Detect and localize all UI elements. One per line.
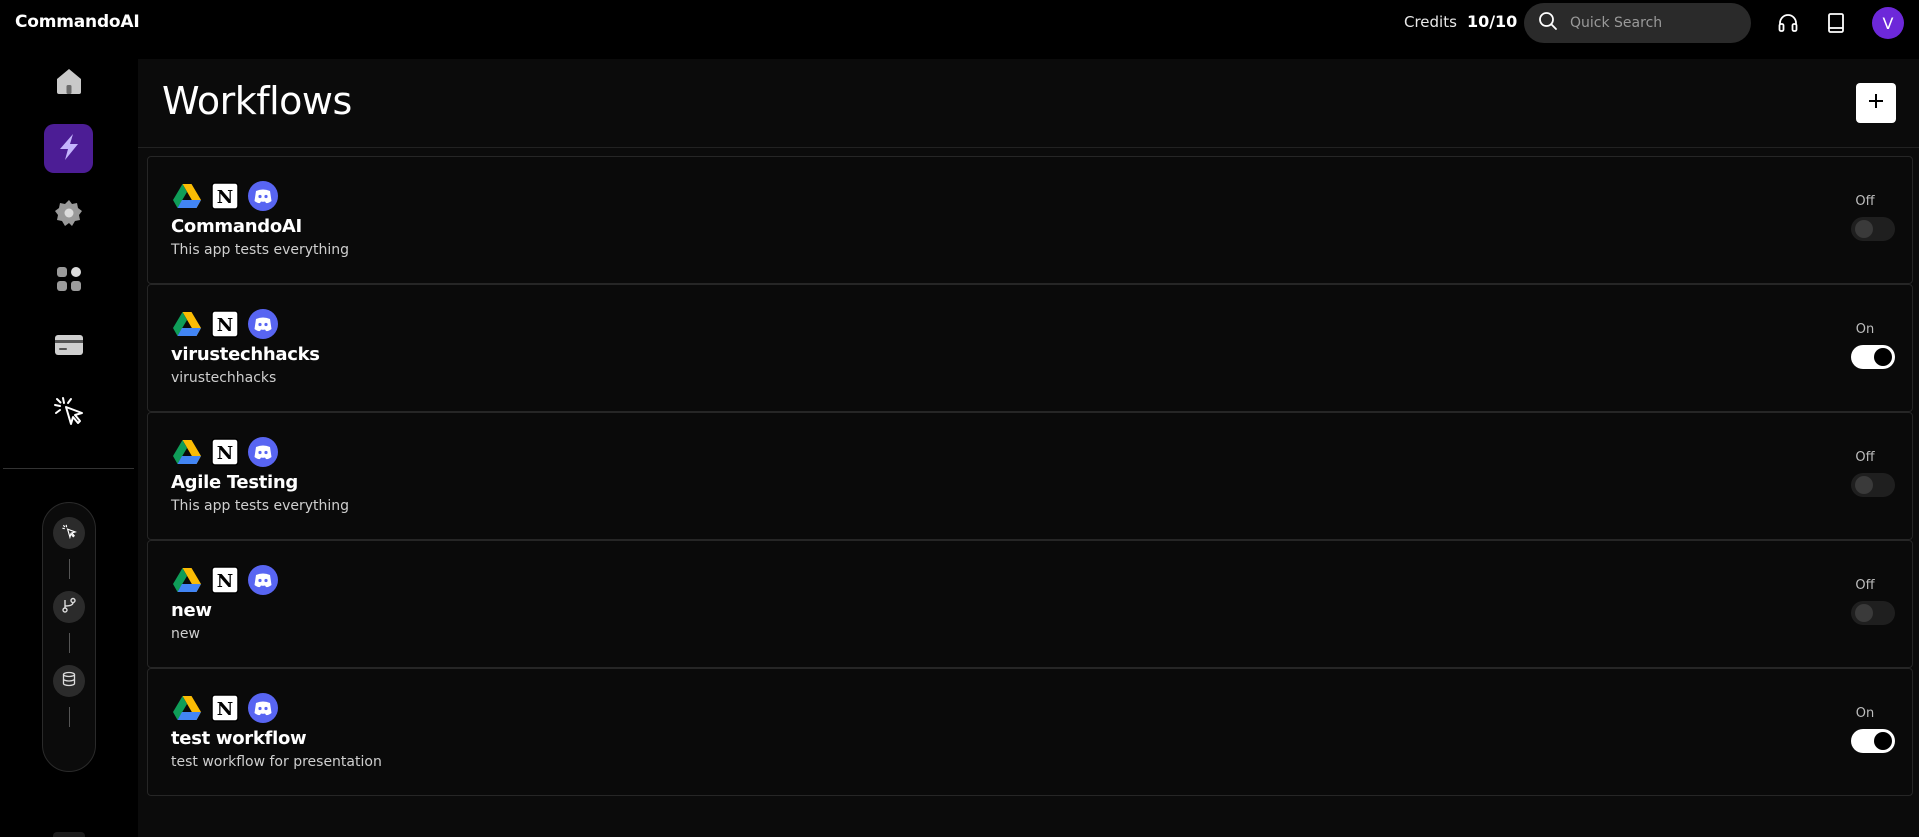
workflow-description: This app tests everything bbox=[171, 498, 350, 514]
toggle-status-label: Off bbox=[1855, 194, 1875, 209]
app-icons: N bbox=[172, 565, 278, 595]
sidebar-item-workflows[interactable] bbox=[44, 124, 93, 173]
notion-icon: N bbox=[210, 565, 240, 595]
discord-icon bbox=[248, 309, 278, 339]
sidebar-item-settings[interactable] bbox=[44, 190, 93, 239]
toggle-knob bbox=[1855, 604, 1873, 622]
sidebar-divider bbox=[3, 468, 134, 469]
headset-icon[interactable] bbox=[1775, 10, 1801, 36]
workflow-title: test workflow bbox=[171, 728, 307, 749]
toggle-status-label: Off bbox=[1855, 578, 1875, 593]
sidebar bbox=[0, 47, 138, 837]
app-icons: N bbox=[172, 693, 278, 723]
notion-icon: N bbox=[210, 309, 240, 339]
google-drive-icon bbox=[172, 693, 202, 723]
sidebar-item-billing[interactable] bbox=[44, 322, 93, 371]
svg-text:N: N bbox=[217, 187, 233, 208]
workflow-card[interactable]: N new new Off bbox=[147, 540, 1913, 668]
top-bar: CommandoAI Credits 10/10 V bbox=[0, 0, 1919, 47]
workflow-description: test workflow for presentation bbox=[171, 754, 382, 770]
home-icon bbox=[54, 66, 84, 100]
cursor-click-icon bbox=[61, 523, 77, 543]
workflow-list: N CommandoAI This app tests everything O… bbox=[147, 156, 1913, 796]
workflow-title: CommandoAI bbox=[171, 216, 302, 237]
credits-display: Credits 10/10 bbox=[1404, 12, 1517, 31]
search-input[interactable] bbox=[1570, 15, 1730, 31]
flow-steps-panel bbox=[42, 502, 96, 772]
gear-icon bbox=[53, 197, 85, 233]
google-drive-icon bbox=[172, 565, 202, 595]
toggle-knob bbox=[1855, 476, 1873, 494]
book-icon[interactable] bbox=[1823, 10, 1849, 36]
sidebar-item-apps[interactable] bbox=[44, 256, 93, 305]
app-icons: N bbox=[172, 181, 278, 211]
google-drive-icon bbox=[172, 437, 202, 467]
toggle-knob bbox=[1855, 220, 1873, 238]
workflow-description: This app tests everything bbox=[171, 242, 350, 258]
flow-connector bbox=[69, 633, 70, 653]
lightning-icon bbox=[54, 132, 84, 166]
credit-card-icon bbox=[53, 329, 85, 365]
branch-icon bbox=[61, 597, 77, 617]
sidebar-item-home[interactable] bbox=[44, 58, 93, 107]
workflow-toggle[interactable] bbox=[1851, 473, 1895, 497]
discord-icon bbox=[248, 181, 278, 211]
cursor-click-icon bbox=[52, 394, 86, 432]
workflow-toggle[interactable] bbox=[1851, 729, 1895, 753]
app-icons: N bbox=[172, 437, 278, 467]
workflow-description: new bbox=[171, 626, 200, 642]
toggle-status-label: Off bbox=[1855, 450, 1875, 465]
workflow-toggle[interactable] bbox=[1851, 601, 1895, 625]
title-divider bbox=[138, 147, 1919, 148]
workflow-card[interactable]: N virustechhacks virustechhacks On bbox=[147, 284, 1913, 412]
notion-icon: N bbox=[210, 693, 240, 723]
page-title: Workflows bbox=[162, 79, 352, 123]
main-content: Workflows N CommandoAI This app tests ev… bbox=[138, 59, 1919, 837]
sidebar-scroll-stub bbox=[53, 832, 85, 837]
search-icon bbox=[1538, 11, 1558, 35]
toggle-status-label: On bbox=[1855, 706, 1875, 721]
credits-value: 10/10 bbox=[1466, 12, 1518, 31]
svg-text:N: N bbox=[217, 443, 233, 464]
sidebar-item-automation[interactable] bbox=[44, 388, 93, 437]
database-icon bbox=[61, 671, 77, 691]
flow-node-database[interactable] bbox=[53, 665, 85, 697]
quick-search[interactable] bbox=[1524, 3, 1751, 43]
brand-logo[interactable]: CommandoAI bbox=[15, 12, 140, 32]
workflow-description: virustechhacks bbox=[171, 370, 277, 386]
svg-text:N: N bbox=[217, 571, 233, 592]
workflow-toggle[interactable] bbox=[1851, 217, 1895, 241]
avatar[interactable]: V bbox=[1872, 7, 1904, 39]
discord-icon bbox=[248, 437, 278, 467]
workflow-toggle[interactable] bbox=[1851, 345, 1895, 369]
flow-node-trigger[interactable] bbox=[53, 517, 85, 549]
workflow-card[interactable]: N Agile Testing This app tests everythin… bbox=[147, 412, 1913, 540]
svg-text:N: N bbox=[217, 699, 233, 720]
discord-icon bbox=[248, 693, 278, 723]
google-drive-icon bbox=[172, 181, 202, 211]
credits-label: Credits bbox=[1404, 13, 1457, 31]
discord-icon bbox=[248, 565, 278, 595]
plus-icon bbox=[1867, 92, 1885, 114]
flow-connector bbox=[69, 707, 70, 727]
workflow-title: new bbox=[171, 600, 212, 621]
workflow-title: virustechhacks bbox=[171, 344, 320, 365]
toggle-knob bbox=[1874, 732, 1892, 750]
toggle-status-label: On bbox=[1855, 322, 1875, 337]
workflow-card[interactable]: N CommandoAI This app tests everything O… bbox=[147, 156, 1913, 284]
app-icons: N bbox=[172, 309, 278, 339]
notion-icon: N bbox=[210, 181, 240, 211]
toggle-knob bbox=[1874, 348, 1892, 366]
notion-icon: N bbox=[210, 437, 240, 467]
workflow-title: Agile Testing bbox=[171, 472, 299, 493]
workflow-card[interactable]: N test workflow test workflow for presen… bbox=[147, 668, 1913, 796]
apps-grid-icon bbox=[54, 264, 84, 298]
svg-text:N: N bbox=[217, 315, 233, 336]
google-drive-icon bbox=[172, 309, 202, 339]
flow-node-branch[interactable] bbox=[53, 591, 85, 623]
flow-connector bbox=[69, 559, 70, 579]
add-workflow-button[interactable] bbox=[1856, 83, 1896, 123]
